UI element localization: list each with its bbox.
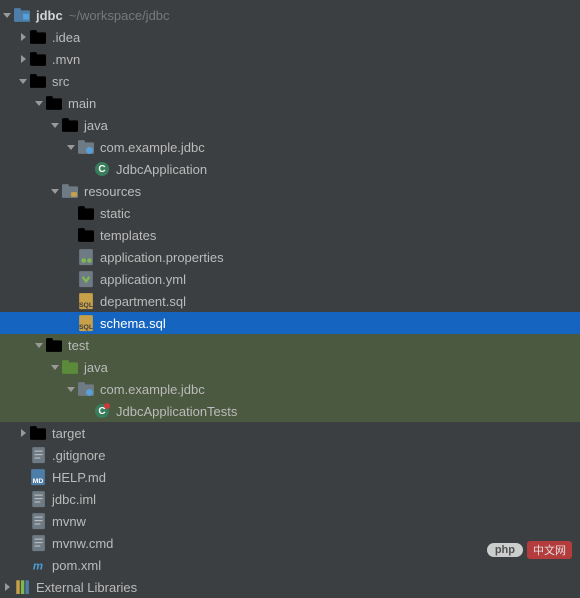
tree-row-schema-sql[interactable]: schema.sql xyxy=(0,312,580,334)
folder-icon xyxy=(30,29,46,45)
expand-arrow-icon[interactable] xyxy=(50,187,60,195)
node-label: com.example.jdbc xyxy=(100,140,205,155)
node-label: .idea xyxy=(52,30,80,45)
tree-row-mvn[interactable]: .mvn xyxy=(0,48,580,70)
source-folder-icon xyxy=(62,117,78,133)
watermark: php 中文网 xyxy=(487,541,572,559)
collapse-arrow-icon[interactable] xyxy=(2,583,12,591)
expand-arrow-icon[interactable] xyxy=(18,77,28,85)
node-label: .mvn xyxy=(52,52,80,67)
tree-row-app-props[interactable]: application.properties xyxy=(0,246,580,268)
tree-row-package-test[interactable]: com.example.jdbc xyxy=(0,378,580,400)
file-icon xyxy=(30,447,46,463)
node-label: src xyxy=(52,74,69,89)
node-label: mvnw xyxy=(52,514,86,529)
file-icon xyxy=(30,513,46,529)
tree-row-templates[interactable]: templates xyxy=(0,224,580,246)
expand-arrow-icon[interactable] xyxy=(34,341,44,349)
node-label: application.yml xyxy=(100,272,186,287)
node-label: application.properties xyxy=(100,250,224,265)
package-icon xyxy=(78,139,94,155)
node-label: .gitignore xyxy=(52,448,105,463)
expand-arrow-icon[interactable] xyxy=(2,11,12,19)
yaml-file-icon xyxy=(78,271,94,287)
project-name: jdbc xyxy=(36,8,63,23)
node-label: templates xyxy=(100,228,156,243)
node-label: com.example.jdbc xyxy=(100,382,205,397)
tree-row-idea[interactable]: .idea xyxy=(0,26,580,48)
node-label: static xyxy=(100,206,130,221)
class-icon xyxy=(94,161,110,177)
properties-file-icon xyxy=(78,249,94,265)
collapse-arrow-icon[interactable] xyxy=(18,55,28,63)
maven-file-icon xyxy=(30,557,46,573)
folder-icon xyxy=(46,337,62,353)
tree-row-external-libs[interactable]: External Libraries xyxy=(0,576,580,598)
node-label: External Libraries xyxy=(36,580,137,595)
expand-arrow-icon[interactable] xyxy=(34,99,44,107)
expand-arrow-icon[interactable] xyxy=(50,121,60,129)
tree-row-mvnw[interactable]: mvnw xyxy=(0,510,580,532)
test-source-folder-icon xyxy=(62,359,78,375)
tree-row-src[interactable]: src xyxy=(0,70,580,92)
node-label: JdbcApplication xyxy=(116,162,207,177)
tree-row-help-md[interactable]: HELP.md xyxy=(0,466,580,488)
excluded-folder-icon xyxy=(30,425,46,441)
tree-row-dept-sql[interactable]: department.sql xyxy=(0,290,580,312)
folder-icon xyxy=(46,95,62,111)
project-tree: jdbc ~/workspace/jdbc .idea .mvn src mai… xyxy=(0,0,580,598)
sql-file-icon xyxy=(78,315,94,331)
tree-row-app-yml[interactable]: application.yml xyxy=(0,268,580,290)
node-label: pom.xml xyxy=(52,558,101,573)
package-icon xyxy=(78,381,94,397)
tree-row-package-main[interactable]: com.example.jdbc xyxy=(0,136,580,158)
project-path: ~/workspace/jdbc xyxy=(69,8,170,23)
folder-icon xyxy=(30,51,46,67)
node-label: java xyxy=(84,360,108,375)
node-label: JdbcApplicationTests xyxy=(116,404,237,419)
folder-icon xyxy=(30,73,46,89)
tree-row-app-class[interactable]: JdbcApplication xyxy=(0,158,580,180)
node-label: main xyxy=(68,96,96,111)
tree-row-iml[interactable]: jdbc.iml xyxy=(0,488,580,510)
node-label: resources xyxy=(84,184,141,199)
folder-icon xyxy=(78,227,94,243)
node-label: java xyxy=(84,118,108,133)
expand-arrow-icon[interactable] xyxy=(50,363,60,371)
collapse-arrow-icon[interactable] xyxy=(18,429,28,437)
tree-row-test-class[interactable]: JdbcApplicationTests xyxy=(0,400,580,422)
tree-row-target[interactable]: target xyxy=(0,422,580,444)
resources-folder-icon xyxy=(62,183,78,199)
markdown-file-icon xyxy=(30,469,46,485)
tree-row-java-test[interactable]: java xyxy=(0,356,580,378)
tree-row-static[interactable]: static xyxy=(0,202,580,224)
collapse-arrow-icon[interactable] xyxy=(18,33,28,41)
watermark-cn: 中文网 xyxy=(527,541,572,559)
file-icon xyxy=(30,535,46,551)
libraries-icon xyxy=(14,579,30,595)
node-label: schema.sql xyxy=(100,316,166,331)
expand-arrow-icon[interactable] xyxy=(66,143,76,151)
module-icon xyxy=(14,7,30,23)
node-label: mvnw.cmd xyxy=(52,536,113,551)
node-label: test xyxy=(68,338,89,353)
expand-arrow-icon[interactable] xyxy=(66,385,76,393)
sql-file-icon xyxy=(78,293,94,309)
tree-row-main[interactable]: main xyxy=(0,92,580,114)
node-label: jdbc.iml xyxy=(52,492,96,507)
tree-row-gitignore[interactable]: .gitignore xyxy=(0,444,580,466)
node-label: HELP.md xyxy=(52,470,106,485)
test-class-icon xyxy=(94,403,110,419)
watermark-php: php xyxy=(487,543,523,557)
tree-row-java-main[interactable]: java xyxy=(0,114,580,136)
tree-row-test[interactable]: test xyxy=(0,334,580,356)
file-icon xyxy=(30,491,46,507)
tree-row-resources[interactable]: resources xyxy=(0,180,580,202)
tree-row-project[interactable]: jdbc ~/workspace/jdbc xyxy=(0,4,580,26)
folder-icon xyxy=(78,205,94,221)
node-label: target xyxy=(52,426,85,441)
node-label: department.sql xyxy=(100,294,186,309)
